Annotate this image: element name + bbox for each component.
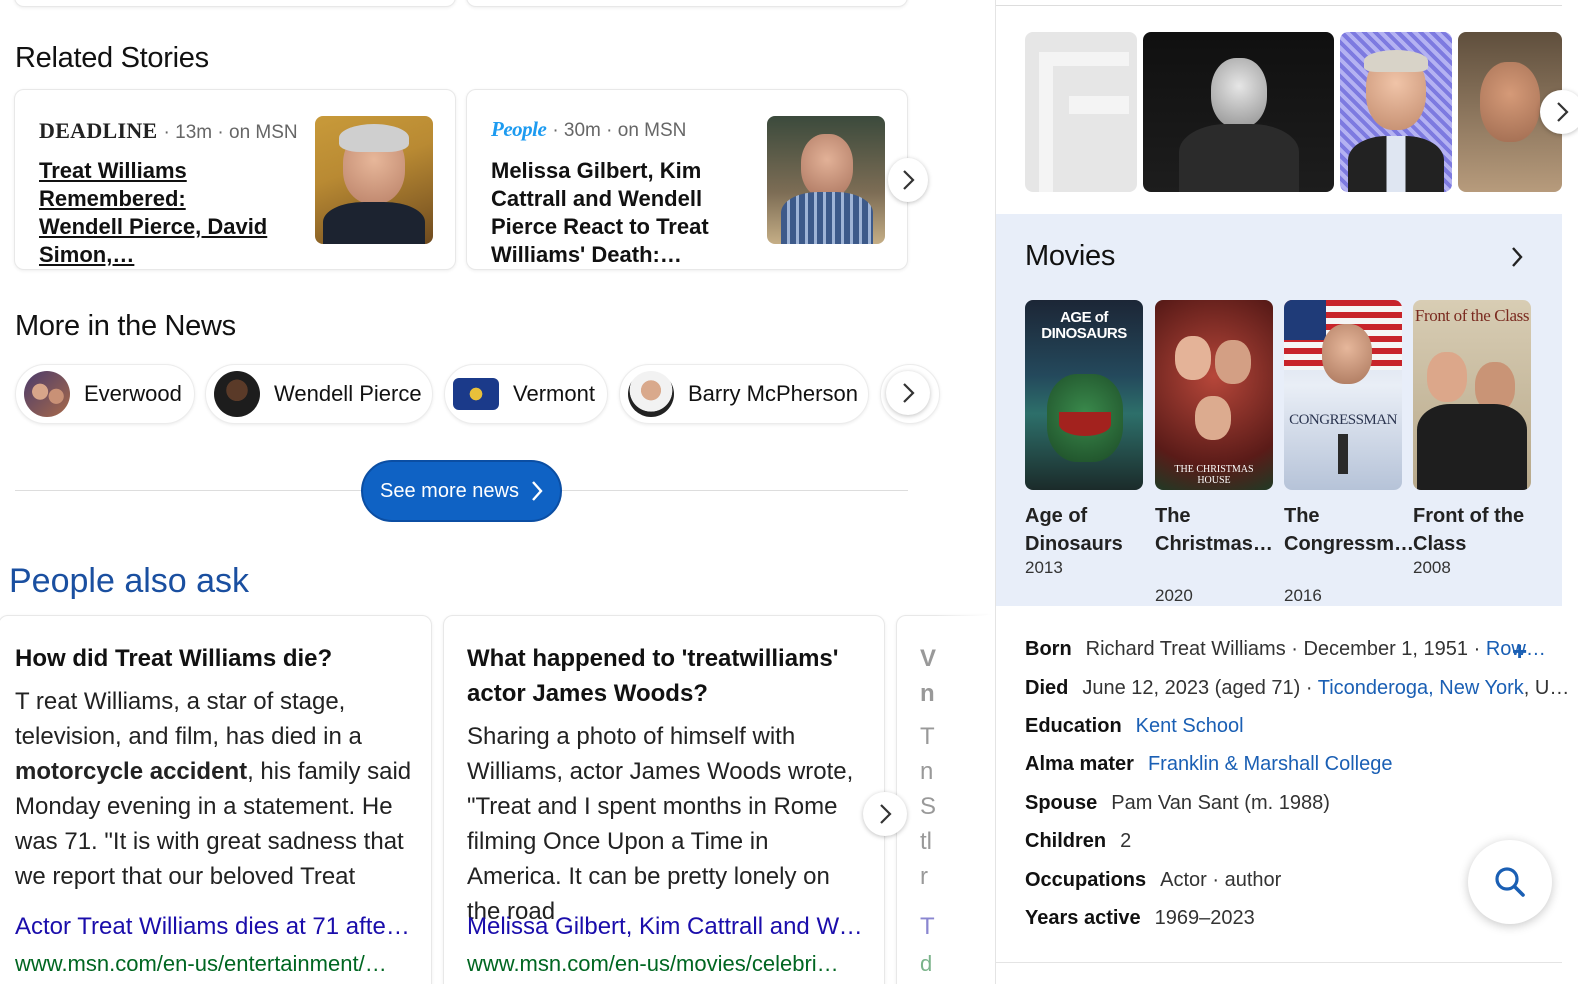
chevron-right-icon — [1557, 102, 1569, 122]
movie-year: 2008 — [1413, 558, 1451, 577]
panel-top-rule — [996, 5, 1562, 6]
panel-image[interactable] — [1340, 32, 1452, 192]
news-chip-barry-mcpherson[interactable]: Barry McPherson — [619, 364, 869, 424]
movie-year: 2020 — [1155, 586, 1193, 605]
movie-poster[interactable]: THE CHRISTMAS HOUSE — [1155, 300, 1273, 490]
paa-answer: T reat Williams, a star of stage, televi… — [15, 688, 412, 890]
panel-image-logo[interactable] — [1025, 32, 1137, 192]
poster-title-text: CONGRESSMAN — [1289, 412, 1397, 428]
movie-year: 2016 — [1284, 586, 1322, 605]
paa-question: What happened to 'treatwilliams' actor J… — [467, 645, 839, 707]
chip-avatar — [453, 378, 499, 410]
paa-card[interactable]: How did Treat Williams die? T reat Willi… — [0, 615, 432, 984]
fact-alma-mater: Alma mater Franklin & Marshall College — [1025, 753, 1393, 775]
related-stories-title: Related Stories — [15, 42, 209, 74]
paa-source-link[interactable]: Melissa Gilbert, Kim Cattrall and We… — [467, 913, 867, 941]
fact-years-active: Years active 1969–2023 — [1025, 907, 1255, 929]
movie-title: The Congressm… — [1284, 505, 1415, 555]
search-icon — [1495, 867, 1525, 897]
floating-search-button[interactable] — [1468, 840, 1552, 924]
story-thumbnail[interactable] — [767, 116, 885, 244]
movie-caption[interactable]: The Congressm… 2016 — [1284, 502, 1415, 606]
fact-children: Children 2 — [1025, 830, 1132, 852]
chip-avatar — [214, 371, 260, 417]
news-chip-wendell-pierce[interactable]: Wendell Pierce — [205, 364, 433, 424]
story-meta: · 13m · on MSN — [163, 122, 298, 143]
see-more-news-label: See more news — [380, 479, 519, 502]
source-logo-deadline: DEADLINE — [39, 118, 158, 143]
movie-poster[interactable]: AGE of DINOSAURS — [1025, 300, 1143, 490]
chip-avatar — [24, 371, 70, 417]
fact-occupations: Occupations Actor · author — [1025, 869, 1282, 891]
panel-bottom-rule — [996, 962, 1562, 963]
chip-label: Wendell Pierce — [274, 381, 422, 406]
see-more-news-button[interactable]: See more news — [361, 460, 562, 522]
fact-education: Education Kent School — [1025, 715, 1244, 737]
movie-title: The Christmas… — [1155, 505, 1273, 555]
paa-source-url: d — [920, 951, 933, 976]
panel-image[interactable] — [1143, 32, 1334, 192]
story-headline-link[interactable]: Treat Williams Remembered: Wendell Pierc… — [39, 157, 269, 269]
people-also-ask-title: People also ask — [9, 562, 250, 600]
story-card[interactable]: DEADLINE · 13m · on MSN Treat Williams R… — [14, 89, 456, 270]
movie-poster[interactable]: Front of the Class — [1413, 300, 1531, 490]
paa-answer-partial: Tn Stl r — [920, 723, 937, 890]
movie-caption[interactable]: Age of Dinosaurs 2013 — [1025, 502, 1143, 578]
paa-source-link[interactable]: T — [920, 913, 935, 941]
story-thumbnail[interactable] — [315, 116, 433, 244]
paa-question-partial: Vn — [920, 645, 937, 707]
movie-title: Front of the Class — [1413, 505, 1525, 555]
source-logo-people: People — [491, 117, 547, 141]
chevron-right-icon — [903, 383, 915, 403]
stories-next-button[interactable] — [888, 158, 928, 202]
paa-source-link[interactable]: Actor Treat Williams dies at 71 after… — [15, 913, 415, 941]
movie-poster[interactable]: CONGRESSMAN — [1284, 300, 1402, 490]
news-chip-everwood[interactable]: Everwood — [15, 364, 195, 424]
story-headline-link[interactable]: Melissa Gilbert, Kim Cattrall and Wendel… — [491, 157, 757, 269]
chip-label: Everwood — [84, 381, 182, 406]
movie-caption[interactable]: The Christmas… 2020 — [1155, 502, 1273, 606]
story-meta: · 30m · on MSN — [552, 120, 687, 141]
fact-link[interactable]: Franklin & Marshall College — [1148, 753, 1393, 775]
more-news-title: More in the News — [15, 310, 236, 342]
news-chip-vermont[interactable]: Vermont — [444, 364, 608, 424]
chip-avatar — [628, 371, 674, 417]
chevron-right-icon — [880, 804, 892, 824]
movie-year: 2013 — [1025, 558, 1063, 577]
chevron-right-icon — [532, 481, 543, 501]
paa-source-url: www.msn.com/en-us/entertainment/… — [15, 951, 387, 976]
chevron-right-icon — [903, 170, 915, 190]
poster-title-text: THE CHRISTMAS HOUSE — [1174, 464, 1254, 486]
paa-card[interactable]: What happened to 'treatwilliams' actor J… — [443, 615, 885, 984]
poster-title-text: Front of the Class — [1414, 306, 1530, 325]
images-next-button[interactable] — [1540, 90, 1578, 134]
chips-next-button[interactable] — [886, 371, 930, 415]
story-card[interactable]: People · 30m · on MSN Melissa Gilbert, K… — [466, 89, 908, 270]
movie-title: Age of Dinosaurs — [1025, 505, 1123, 555]
paa-next-button[interactable] — [863, 792, 907, 836]
expand-plus-icon[interactable]: + — [1512, 636, 1527, 667]
paa-fade — [936, 615, 996, 984]
fact-link[interactable]: Ticonderoga, New York — [1318, 677, 1524, 699]
fact-born: Born Richard Treat Williams · December 1,… — [1025, 638, 1546, 660]
chevron-right-icon — [1512, 247, 1523, 267]
paa-answer: Sharing a photo of himself with Williams… — [467, 723, 854, 925]
fact-link[interactable]: Kent School — [1136, 715, 1244, 737]
chip-label: Vermont — [513, 381, 595, 406]
poster-title-text: AGE of DINOSAURS — [1041, 309, 1127, 342]
movie-caption[interactable]: Front of the Class 2008 — [1413, 502, 1531, 578]
prev-card-right — [466, 0, 908, 7]
paa-source-url: www.msn.com/en-us/movies/celebri… — [467, 951, 839, 976]
fact-died: Died June 12, 2023 (aged 71) · Ticonderog… — [1025, 677, 1570, 699]
paa-question: How did Treat Williams die? — [15, 645, 333, 672]
fact-spouse: Spouse Pam Van Sant (m. 1988) — [1025, 792, 1330, 814]
movies-more-link[interactable] — [1510, 245, 1540, 269]
chip-label: Barry McPherson — [688, 381, 858, 406]
prev-card-left — [14, 0, 456, 7]
movies-title: Movies — [1025, 240, 1116, 272]
